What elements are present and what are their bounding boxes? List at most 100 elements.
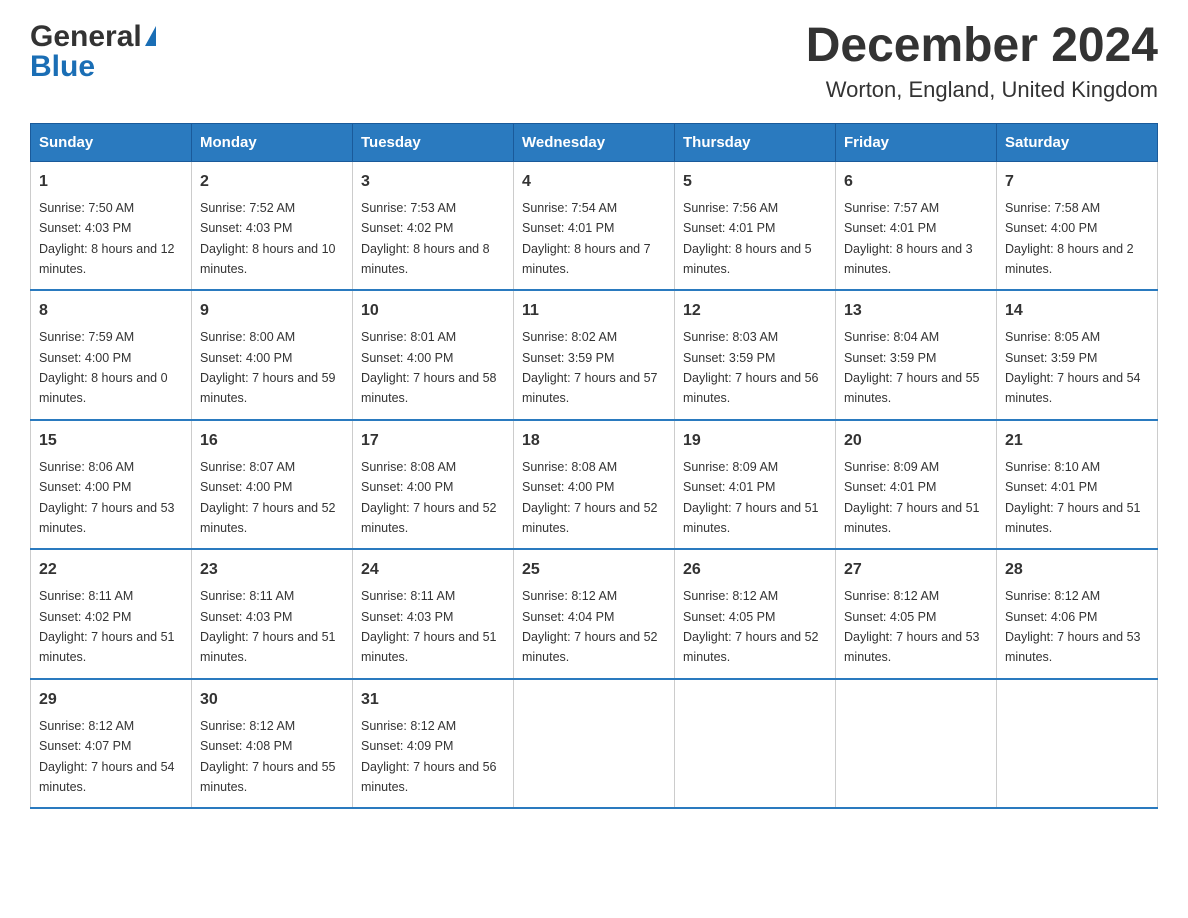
calendar-day-cell [514,679,675,809]
calendar-day-cell [997,679,1158,809]
calendar-day-cell: 14 Sunrise: 8:05 AMSunset: 3:59 PMDayligh… [997,290,1158,420]
day-info: Sunrise: 8:12 AMSunset: 4:09 PMDaylight:… [361,719,497,794]
calendar-day-cell: 28 Sunrise: 8:12 AMSunset: 4:06 PMDayligh… [997,549,1158,679]
day-info: Sunrise: 8:12 AMSunset: 4:06 PMDaylight:… [1005,589,1141,664]
calendar-day-cell: 7 Sunrise: 7:58 AMSunset: 4:00 PMDaylight… [997,161,1158,290]
day-number: 8 [39,299,183,323]
day-info: Sunrise: 8:08 AMSunset: 4:00 PMDaylight:… [522,460,658,535]
day-info: Sunrise: 7:50 AMSunset: 4:03 PMDaylight:… [39,201,175,276]
calendar-day-cell: 2 Sunrise: 7:52 AMSunset: 4:03 PMDaylight… [192,161,353,290]
day-number: 13 [844,299,988,323]
calendar-day-cell: 17 Sunrise: 8:08 AMSunset: 4:00 PMDayligh… [353,420,514,550]
calendar-day-cell: 11 Sunrise: 8:02 AMSunset: 3:59 PMDayligh… [514,290,675,420]
day-info: Sunrise: 8:10 AMSunset: 4:01 PMDaylight:… [1005,460,1141,535]
calendar-day-cell: 25Sunrise: 8:12 AMSunset: 4:04 PMDayligh… [514,549,675,679]
calendar-day-cell: 8 Sunrise: 7:59 AMSunset: 4:00 PMDaylight… [31,290,192,420]
day-number: 6 [844,170,988,194]
calendar-day-cell: 20Sunrise: 8:09 AMSunset: 4:01 PMDayligh… [836,420,997,550]
calendar-day-cell: 23 Sunrise: 8:11 AMSunset: 4:03 PMDayligh… [192,549,353,679]
day-info: Sunrise: 8:04 AMSunset: 3:59 PMDaylight:… [844,330,980,405]
calendar-week-row: 29Sunrise: 8:12 AMSunset: 4:07 PMDayligh… [31,679,1158,809]
calendar-day-cell: 27Sunrise: 8:12 AMSunset: 4:05 PMDayligh… [836,549,997,679]
calendar-week-row: 22Sunrise: 8:11 AMSunset: 4:02 PMDayligh… [31,549,1158,679]
calendar-day-cell: 15 Sunrise: 8:06 AMSunset: 4:00 PMDayligh… [31,420,192,550]
calendar-day-cell [836,679,997,809]
day-info: Sunrise: 8:00 AMSunset: 4:00 PMDaylight:… [200,330,336,405]
day-number: 16 [200,429,344,453]
calendar-subtitle: Worton, England, United Kingdom [806,77,1158,103]
day-number: 18 [522,429,666,453]
day-info: Sunrise: 8:12 AMSunset: 4:08 PMDaylight:… [200,719,336,794]
calendar-day-header: Saturday [997,123,1158,161]
day-number: 7 [1005,170,1149,194]
logo-blue-text: Blue [30,50,95,83]
day-info: Sunrise: 8:02 AMSunset: 3:59 PMDaylight:… [522,330,658,405]
calendar-day-header: Thursday [675,123,836,161]
day-info: Sunrise: 8:12 AMSunset: 4:04 PMDaylight:… [522,589,658,664]
day-info: Sunrise: 7:59 AMSunset: 4:00 PMDaylight:… [39,330,168,405]
calendar-day-header: Sunday [31,123,192,161]
day-number: 23 [200,558,344,582]
day-info: Sunrise: 8:09 AMSunset: 4:01 PMDaylight:… [844,460,980,535]
day-number: 9 [200,299,344,323]
day-info: Sunrise: 7:52 AMSunset: 4:03 PMDaylight:… [200,201,336,276]
calendar-day-cell: 22Sunrise: 8:11 AMSunset: 4:02 PMDayligh… [31,549,192,679]
day-number: 2 [200,170,344,194]
day-info: Sunrise: 8:07 AMSunset: 4:00 PMDaylight:… [200,460,336,535]
day-info: Sunrise: 8:11 AMSunset: 4:03 PMDaylight:… [200,589,336,664]
day-number: 15 [39,429,183,453]
day-number: 12 [683,299,827,323]
logo-triangle-icon [145,26,156,46]
calendar-day-cell: 26 Sunrise: 8:12 AMSunset: 4:05 PMDayligh… [675,549,836,679]
day-info: Sunrise: 8:01 AMSunset: 4:00 PMDaylight:… [361,330,497,405]
day-info: Sunrise: 8:05 AMSunset: 3:59 PMDaylight:… [1005,330,1141,405]
day-number: 26 [683,558,827,582]
day-number: 14 [1005,299,1149,323]
calendar-header-row: SundayMondayTuesdayWednesdayThursdayFrid… [31,123,1158,161]
day-number: 21 [1005,429,1149,453]
calendar-day-cell: 16 Sunrise: 8:07 AMSunset: 4:00 PMDayligh… [192,420,353,550]
calendar-week-row: 15 Sunrise: 8:06 AMSunset: 4:00 PMDayligh… [31,420,1158,550]
calendar-day-cell: 5 Sunrise: 7:56 AMSunset: 4:01 PMDaylight… [675,161,836,290]
calendar-day-cell: 6Sunrise: 7:57 AMSunset: 4:01 PMDaylight… [836,161,997,290]
day-number: 5 [683,170,827,194]
calendar-day-cell: 1 Sunrise: 7:50 AMSunset: 4:03 PMDaylight… [31,161,192,290]
page-header: General Blue December 2024 Worton, Engla… [30,20,1158,103]
day-info: Sunrise: 7:58 AMSunset: 4:00 PMDaylight:… [1005,201,1134,276]
day-info: Sunrise: 7:53 AMSunset: 4:02 PMDaylight:… [361,201,490,276]
day-info: Sunrise: 8:11 AMSunset: 4:03 PMDaylight:… [361,589,497,664]
calendar-day-cell: 24Sunrise: 8:11 AMSunset: 4:03 PMDayligh… [353,549,514,679]
logo: General Blue [30,20,156,84]
day-info: Sunrise: 8:09 AMSunset: 4:01 PMDaylight:… [683,460,819,535]
calendar-day-header: Monday [192,123,353,161]
calendar-day-header: Wednesday [514,123,675,161]
calendar-day-cell: 30 Sunrise: 8:12 AMSunset: 4:08 PMDayligh… [192,679,353,809]
calendar-table: SundayMondayTuesdayWednesdayThursdayFrid… [30,123,1158,810]
calendar-day-cell: 4Sunrise: 7:54 AMSunset: 4:01 PMDaylight… [514,161,675,290]
day-number: 28 [1005,558,1149,582]
calendar-day-cell: 12 Sunrise: 8:03 AMSunset: 3:59 PMDayligh… [675,290,836,420]
day-number: 1 [39,170,183,194]
calendar-day-cell: 21 Sunrise: 8:10 AMSunset: 4:01 PMDayligh… [997,420,1158,550]
day-number: 11 [522,299,666,323]
calendar-day-cell: 18 Sunrise: 8:08 AMSunset: 4:00 PMDayligh… [514,420,675,550]
calendar-day-cell: 29Sunrise: 8:12 AMSunset: 4:07 PMDayligh… [31,679,192,809]
day-info: Sunrise: 8:03 AMSunset: 3:59 PMDaylight:… [683,330,819,405]
calendar-title: December 2024 [806,20,1158,73]
day-number: 30 [200,688,344,712]
logo-general-text: General [30,20,142,54]
day-info: Sunrise: 8:12 AMSunset: 4:05 PMDaylight:… [683,589,819,664]
day-number: 19 [683,429,827,453]
calendar-day-header: Friday [836,123,997,161]
calendar-day-cell: 31Sunrise: 8:12 AMSunset: 4:09 PMDayligh… [353,679,514,809]
day-number: 3 [361,170,505,194]
day-info: Sunrise: 8:08 AMSunset: 4:00 PMDaylight:… [361,460,497,535]
calendar-day-cell: 19 Sunrise: 8:09 AMSunset: 4:01 PMDayligh… [675,420,836,550]
calendar-day-cell: 13 Sunrise: 8:04 AMSunset: 3:59 PMDayligh… [836,290,997,420]
day-number: 17 [361,429,505,453]
day-number: 10 [361,299,505,323]
calendar-day-cell: 10 Sunrise: 8:01 AMSunset: 4:00 PMDayligh… [353,290,514,420]
day-info: Sunrise: 7:56 AMSunset: 4:01 PMDaylight:… [683,201,812,276]
day-info: Sunrise: 8:06 AMSunset: 4:00 PMDaylight:… [39,460,175,535]
day-info: Sunrise: 8:11 AMSunset: 4:02 PMDaylight:… [39,589,175,664]
